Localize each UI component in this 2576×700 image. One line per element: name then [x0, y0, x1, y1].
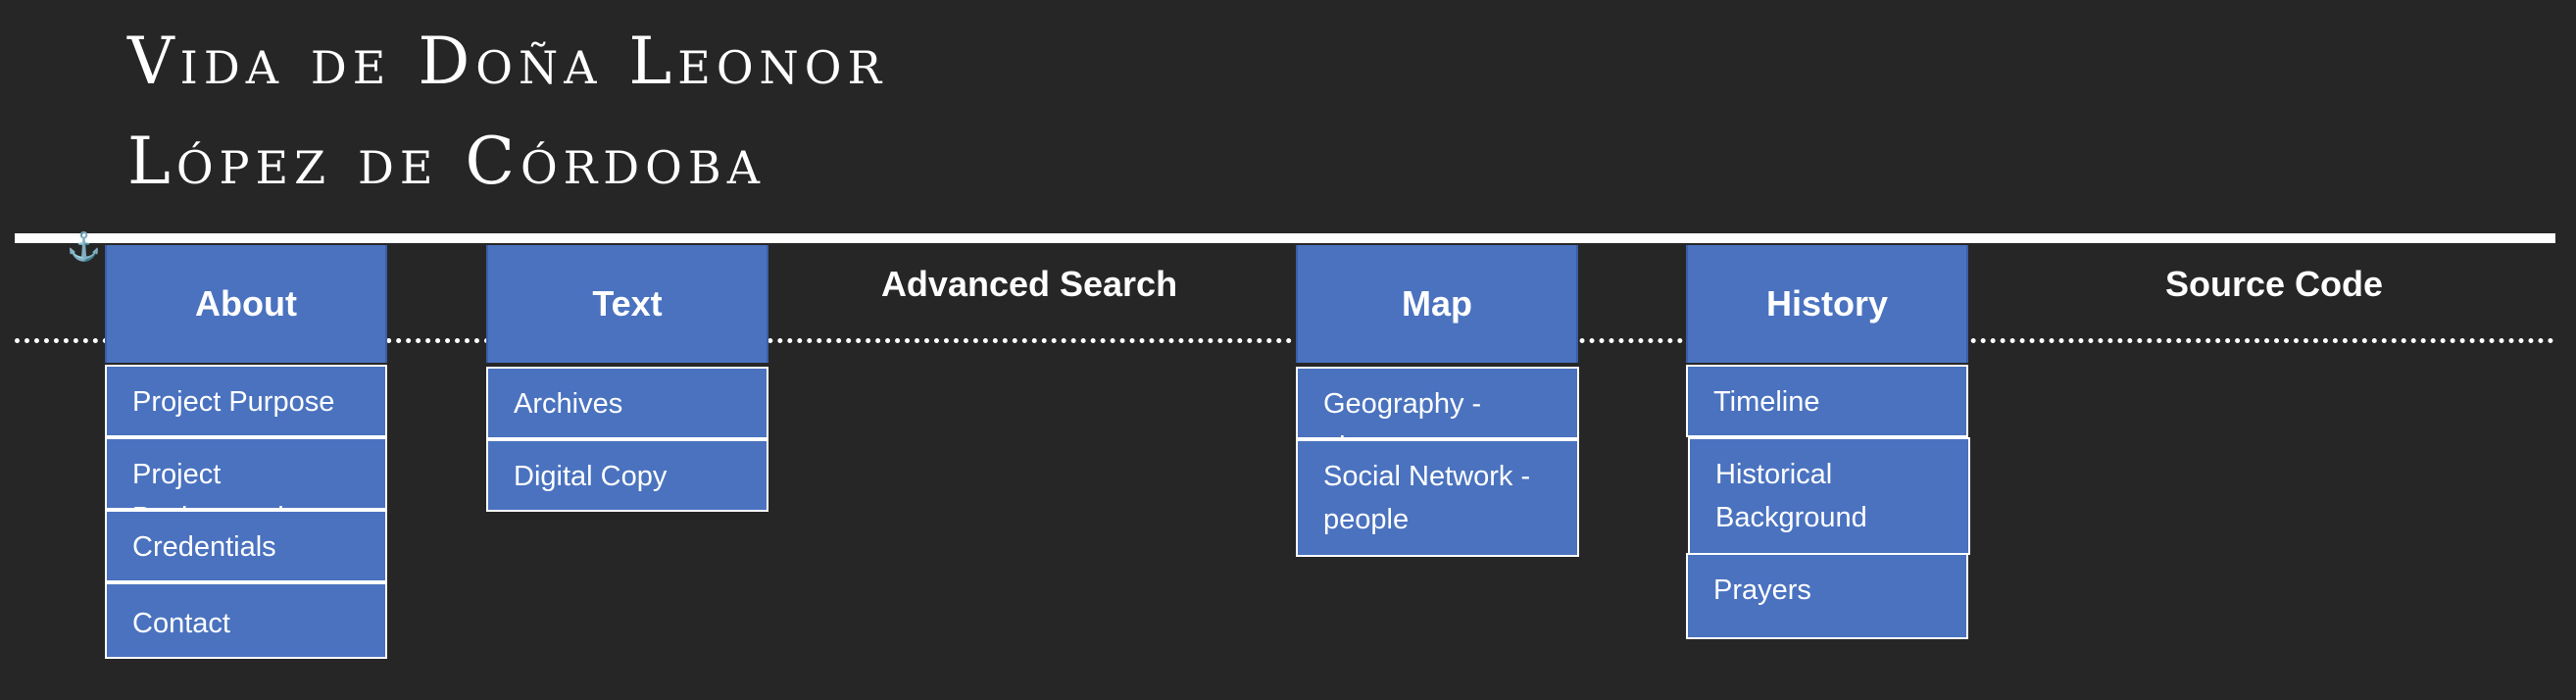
anchor-icon: ⚓ — [67, 231, 101, 262]
menu-item-timeline[interactable]: Timeline — [1686, 365, 1968, 437]
menu-item-historical-background[interactable]: Historical Background — [1688, 437, 1970, 555]
menu-item-project-background[interactable]: Project Background — [105, 437, 387, 533]
menu-item-project-purpose[interactable]: Project Purpose — [105, 365, 387, 437]
nav-tab-text[interactable]: Text — [486, 245, 768, 363]
menu-item-contact[interactable]: Contact — [105, 582, 387, 659]
menu-item-credentials[interactable]: Credentials — [105, 510, 387, 582]
nav-tab-history[interactable]: History — [1686, 245, 1968, 363]
menu-dotted-divider — [15, 338, 2555, 343]
site-title-line-1: Vida de Doña Leonor — [127, 24, 888, 99]
nav-link-source-code[interactable]: Source Code — [2127, 245, 2421, 324]
menu-item-social-network-people[interactable]: Social Network - people — [1296, 439, 1579, 557]
menu-item-archives[interactable]: Archives — [486, 367, 768, 439]
menu-item-geography-places[interactable]: Geography - places — [1296, 367, 1579, 463]
header-divider — [15, 233, 2555, 243]
nav-tab-about[interactable]: About — [105, 245, 387, 363]
site-title-line-2: López de Córdoba — [127, 124, 766, 199]
menu-item-digital-copy[interactable]: Digital Copy — [486, 439, 768, 512]
nav-link-advanced-search[interactable]: Advanced Search — [881, 245, 1177, 324]
nav-tab-map[interactable]: Map — [1296, 245, 1578, 363]
menu-item-prayers[interactable]: Prayers — [1686, 553, 1968, 639]
